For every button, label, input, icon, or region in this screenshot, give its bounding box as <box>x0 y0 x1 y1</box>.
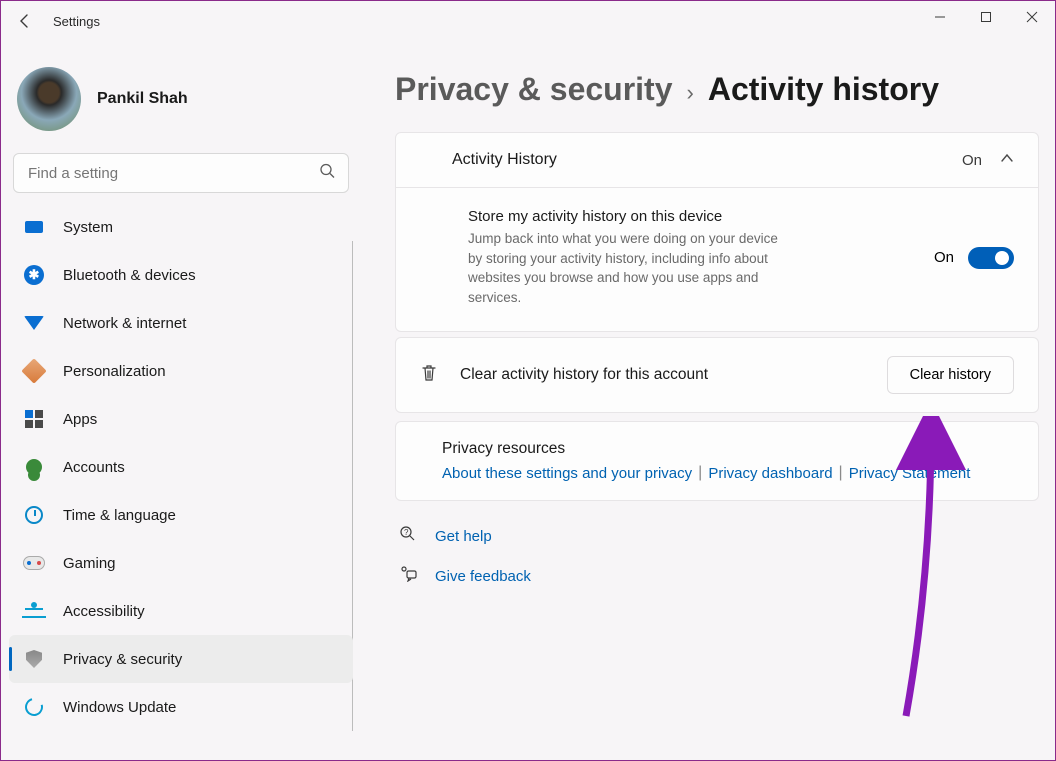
activity-history-state: On <box>962 152 982 169</box>
sidebar-item-gaming[interactable]: Gaming <box>9 539 353 587</box>
title-bar: Settings <box>1 1 1055 41</box>
sidebar-item-label: Accessibility <box>63 603 145 620</box>
system-icon <box>23 216 45 238</box>
apps-icon <box>23 408 45 430</box>
clear-history-row: Clear activity history for this account … <box>395 337 1039 413</box>
sidebar-item-label: Personalization <box>63 363 166 380</box>
wifi-icon <box>23 312 45 334</box>
accessibility-icon <box>23 600 45 622</box>
user-profile[interactable]: Pankil Shah <box>9 57 353 153</box>
shield-icon <box>23 648 45 670</box>
separator: | <box>698 464 702 482</box>
sidebar-item-accounts[interactable]: Accounts <box>9 443 353 491</box>
activity-history-label: Activity History <box>452 151 557 169</box>
page-title: Activity history <box>708 71 939 108</box>
chevron-up-icon <box>1000 151 1014 169</box>
avatar <box>17 67 81 131</box>
window-controls <box>917 1 1055 33</box>
clock-icon <box>23 504 45 526</box>
sidebar-item-label: Accounts <box>63 459 125 476</box>
maximize-button[interactable] <box>963 1 1009 33</box>
privacy-resources-title: Privacy resources <box>442 440 970 458</box>
sidebar-item-label: Windows Update <box>63 699 176 716</box>
update-icon <box>23 696 45 718</box>
sidebar-item-update[interactable]: Windows Update <box>9 683 353 731</box>
paintbrush-icon <box>23 360 45 382</box>
give-feedback-row[interactable]: Give feedback <box>395 560 1039 593</box>
store-history-description: Jump back into what you were doing on yo… <box>468 229 788 307</box>
sidebar: Pankil Shah System ✱ Bluetooth & devices… <box>1 41 361 760</box>
gamepad-icon <box>23 552 45 574</box>
help-icon: ? <box>399 525 417 548</box>
sidebar-item-apps[interactable]: Apps <box>9 395 353 443</box>
sidebar-item-time[interactable]: Time & language <box>9 491 353 539</box>
trash-icon <box>420 364 438 387</box>
store-history-row: Store my activity history on this device… <box>396 187 1038 331</box>
sidebar-item-label: Bluetooth & devices <box>63 267 196 284</box>
breadcrumb-separator: › <box>687 80 694 106</box>
clear-history-label: Clear activity history for this account <box>460 366 865 384</box>
sidebar-item-label: Gaming <box>63 555 116 572</box>
sidebar-item-label: System <box>63 219 113 236</box>
sidebar-item-system[interactable]: System <box>9 203 353 251</box>
main-content: Privacy & security › Activity history Ac… <box>361 41 1055 760</box>
sidebar-item-privacy[interactable]: Privacy & security <box>9 635 353 683</box>
minimize-button[interactable] <box>917 1 963 33</box>
sidebar-item-label: Network & internet <box>63 315 186 332</box>
sidebar-item-accessibility[interactable]: Accessibility <box>9 587 353 635</box>
sidebar-item-label: Time & language <box>63 507 176 524</box>
privacy-resources-row: Privacy resources About these settings a… <box>395 421 1039 501</box>
sidebar-item-personalization[interactable]: Personalization <box>9 347 353 395</box>
back-arrow-icon <box>17 13 33 29</box>
nav-list: System ✱ Bluetooth & devices Network & i… <box>9 203 353 731</box>
activity-history-card: Activity History On Store my activity hi… <box>395 132 1039 332</box>
give-feedback-link[interactable]: Give feedback <box>435 568 531 585</box>
window-title: Settings <box>53 14 100 29</box>
link-privacy-dashboard[interactable]: Privacy dashboard <box>708 465 832 482</box>
breadcrumb: Privacy & security › Activity history <box>395 71 1039 108</box>
user-name: Pankil Shah <box>97 90 188 108</box>
back-button[interactable] <box>9 5 41 37</box>
clear-history-button[interactable]: Clear history <box>887 356 1014 394</box>
link-privacy-statement[interactable]: Privacy Statement <box>849 465 971 482</box>
activity-history-expander[interactable]: Activity History On <box>396 133 1038 187</box>
search-input[interactable] <box>13 153 349 193</box>
link-about-settings[interactable]: About these settings and your privacy <box>442 465 692 482</box>
separator: | <box>839 464 843 482</box>
accounts-icon <box>23 456 45 478</box>
sidebar-item-label: Privacy & security <box>63 651 182 668</box>
bluetooth-icon: ✱ <box>23 264 45 286</box>
get-help-row[interactable]: ? Get help <box>395 519 1039 554</box>
store-history-title: Store my activity history on this device <box>468 208 768 225</box>
store-history-toggle[interactable] <box>968 247 1014 269</box>
close-button[interactable] <box>1009 1 1055 33</box>
search-icon <box>319 163 335 184</box>
breadcrumb-parent[interactable]: Privacy & security <box>395 71 673 108</box>
sidebar-item-network[interactable]: Network & internet <box>9 299 353 347</box>
sidebar-item-label: Apps <box>63 411 97 428</box>
privacy-resources-links: About these settings and your privacy | … <box>442 464 970 482</box>
get-help-link[interactable]: Get help <box>435 528 492 545</box>
store-history-state-label: On <box>934 249 954 266</box>
search-box[interactable] <box>13 153 349 193</box>
feedback-icon <box>399 566 417 587</box>
svg-text:?: ? <box>404 528 409 537</box>
sidebar-item-bluetooth[interactable]: ✱ Bluetooth & devices <box>9 251 353 299</box>
